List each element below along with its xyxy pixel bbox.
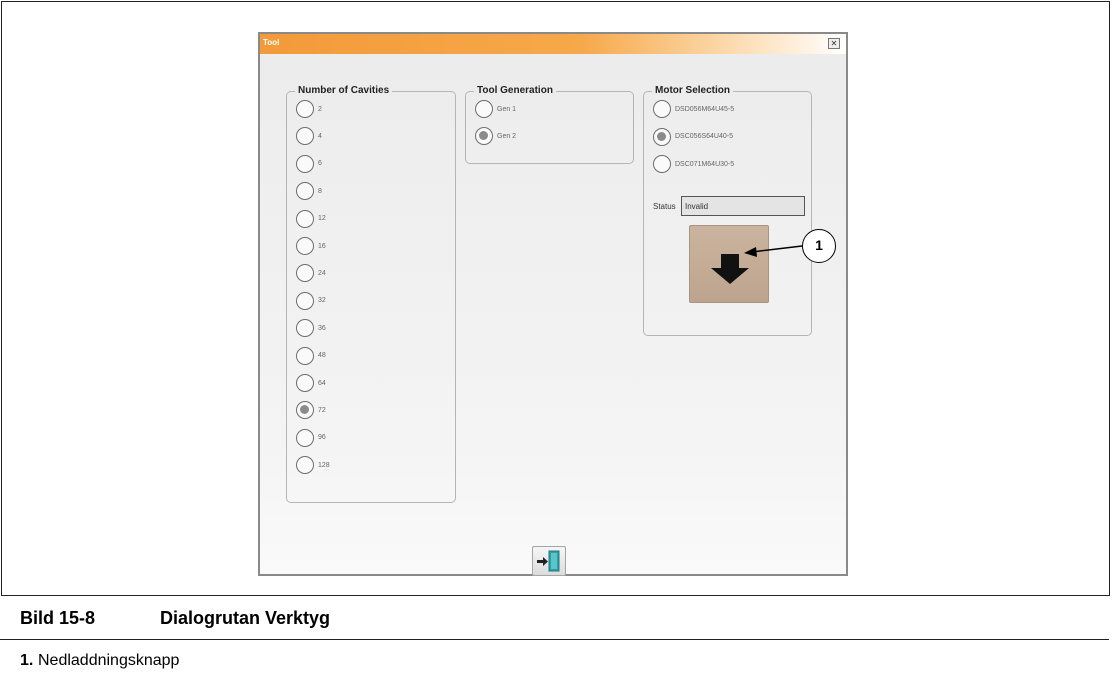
legend-item-number: 1. — [20, 652, 34, 669]
figure-number: Bild 15-8 — [20, 608, 96, 628]
caption-divider — [0, 639, 1109, 640]
figure-title: Dialogrutan Verktyg — [160, 608, 331, 628]
callout-leader-line — [744, 245, 803, 257]
legend-item-text: Nedladdningsknapp — [38, 652, 180, 669]
callout-marker: 1 — [802, 229, 836, 263]
